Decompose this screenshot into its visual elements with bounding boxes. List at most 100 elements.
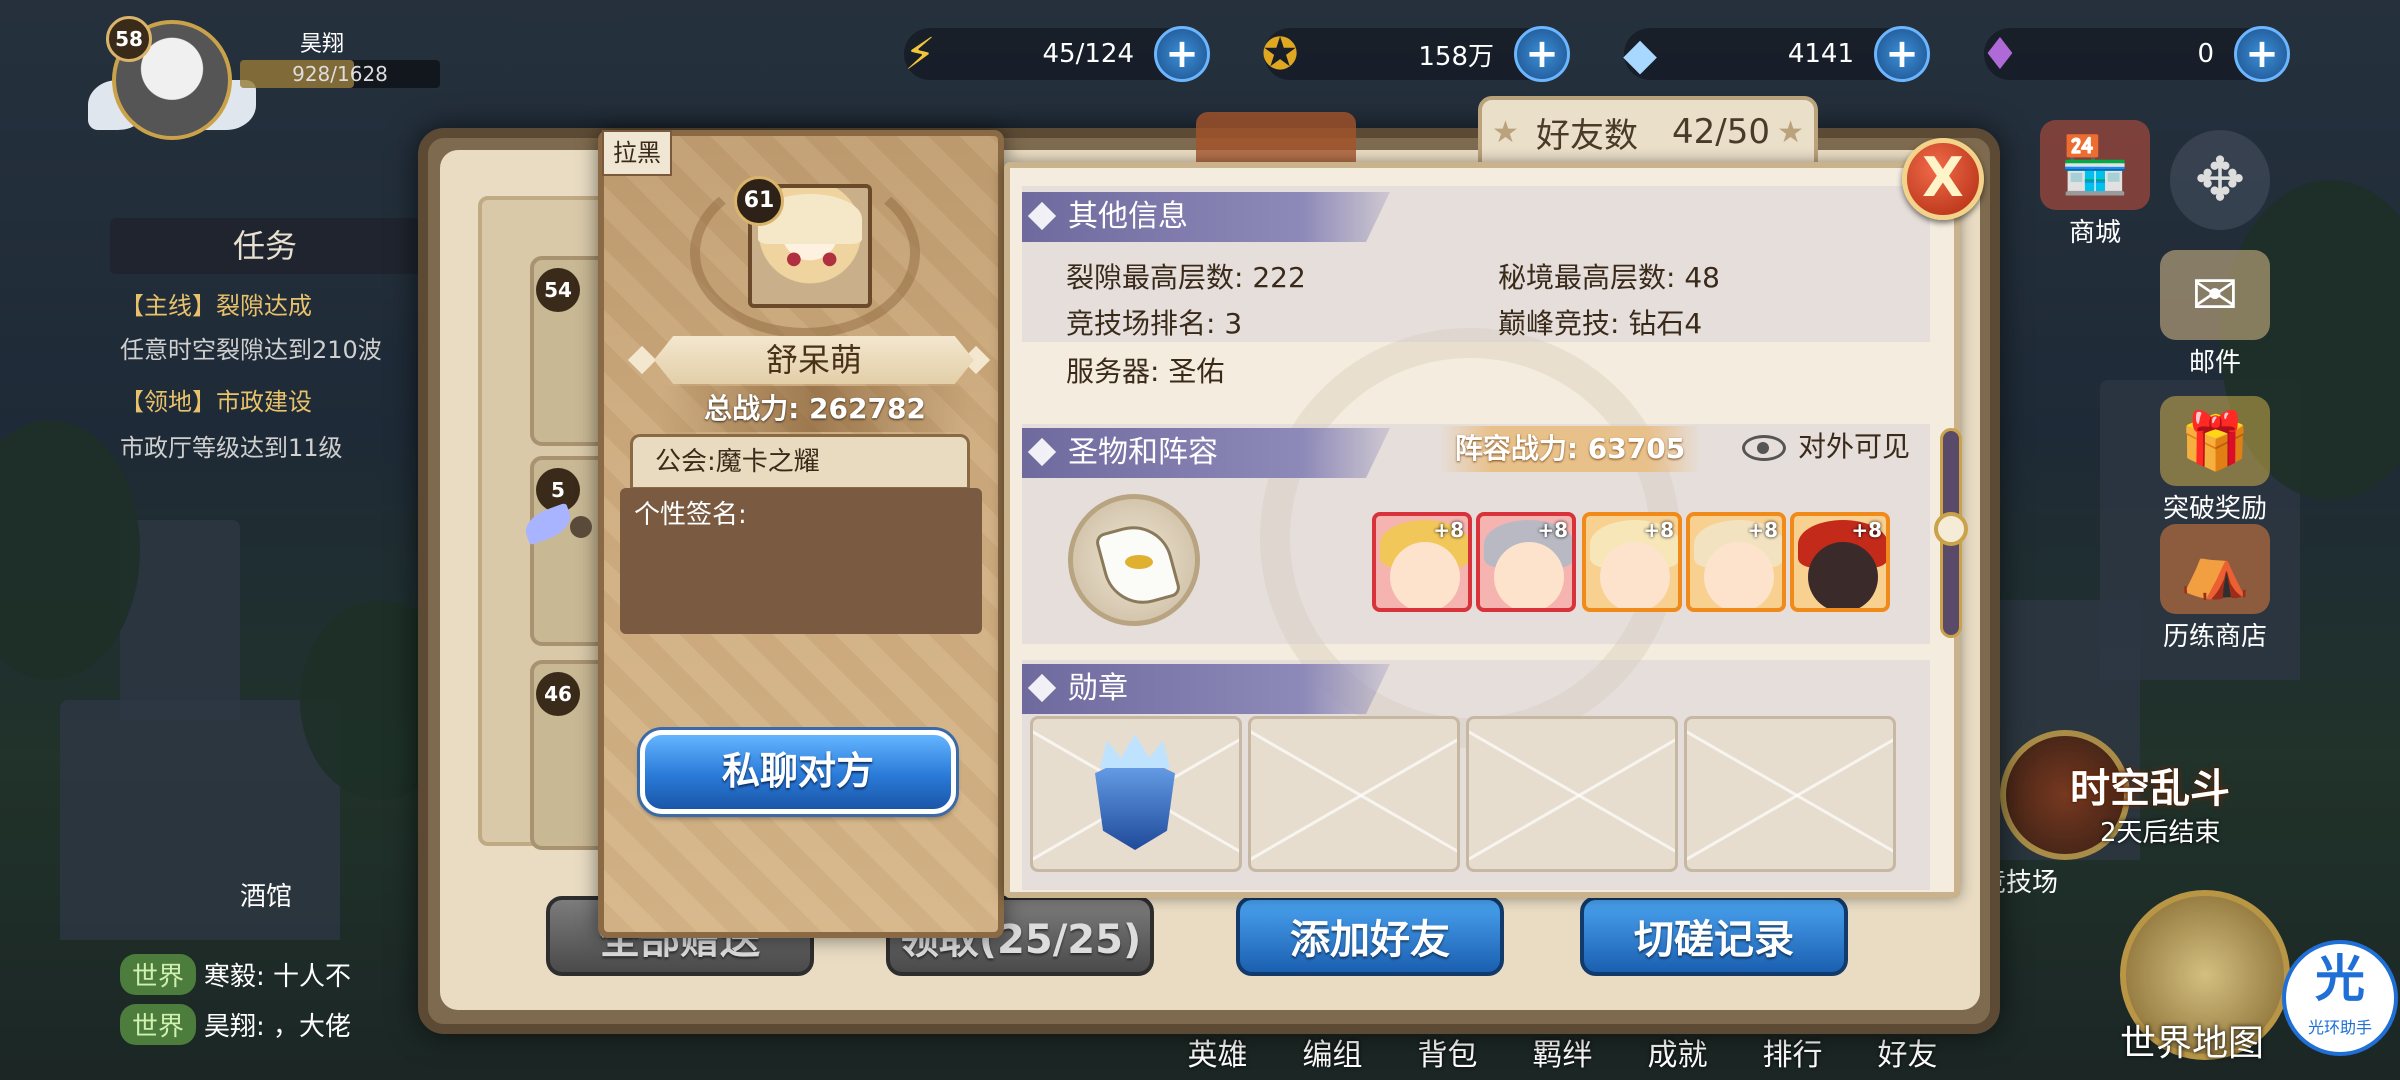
event-title: 时空乱斗 (2070, 766, 2230, 812)
total-power-label: 总战力: (704, 392, 800, 425)
player-exp-text: 928/1628 (292, 62, 388, 86)
task-panel-title[interactable]: 任务 (110, 218, 420, 274)
profile-name: 舒呆萌 (654, 336, 974, 384)
training-shop-button[interactable]: ⛺ 历练商店 (2150, 524, 2280, 653)
nav-achievements[interactable]: 成就 (1620, 1030, 1735, 1080)
hero-plus-level: +8 (1747, 518, 1778, 542)
player-avatar[interactable]: 58 (88, 10, 256, 160)
guild-name[interactable]: 公会:魔卡之耀 (630, 434, 970, 490)
hero-plus-level: +8 (1537, 518, 1568, 542)
event-subtitle: 2天后结束 (2100, 818, 2221, 848)
server-name: 服务器: 圣佑 (1066, 355, 1225, 388)
profile-level-badge: 61 (734, 176, 784, 226)
friend-count-label: 好友数 (1536, 115, 1638, 156)
medal-slot-empty[interactable] (1248, 716, 1460, 872)
territory-quest[interactable]: 【领地】市政建设 (120, 382, 312, 417)
feather-pin-icon (520, 502, 594, 546)
signature-box: 个性签名: (620, 488, 982, 634)
hero-slot[interactable]: +8 (1476, 512, 1576, 612)
main-quest-tag: 【主线】 (120, 292, 216, 320)
diamond-icon: ◆ (1623, 28, 1657, 80)
store-icon: ⛺ (2160, 524, 2270, 614)
chat-message[interactable]: 世界 寒毅: 十人不 (120, 954, 351, 996)
shop-icon: 🏪 (2040, 120, 2150, 210)
time-chaos-event[interactable]: 时空乱斗 2天后结束 (2000, 720, 2300, 880)
visibility-toggle[interactable]: 对外可见 (1742, 424, 1910, 470)
star-icon: ★ (1777, 114, 1804, 150)
main-quest-desc: 任意时空裂隙达到210波 (120, 336, 382, 364)
hero-plus-level: +8 (1851, 518, 1882, 542)
purple-crystal-icon: ♦ (1980, 28, 2020, 80)
diamond-value: 4141 (1787, 39, 1854, 69)
blue-crown-medal-icon[interactable] (1070, 734, 1200, 864)
territory-quest-name: 市政建设 (216, 388, 312, 416)
main-quest[interactable]: 【主线】裂隙达成 (120, 286, 312, 321)
nav-bonds[interactable]: 羁绊 (1505, 1030, 1620, 1080)
nav-friends[interactable]: 好友 (1850, 1030, 1965, 1080)
hero-plus-level: +8 (1643, 518, 1674, 542)
halo-helper-button[interactable]: 光 光环助手 (2282, 940, 2398, 1056)
mail-label: 邮件 (2188, 348, 2241, 378)
secret-realm-max-floor: 秘境最高层数: 48 (1498, 261, 1720, 294)
relic-lineup-header: 圣物和阵容 (1022, 428, 1390, 478)
chat-text: 寒毅: 十人不 (204, 962, 352, 992)
spar-log-button[interactable]: 切磋记录 (1580, 896, 1848, 976)
player-name: 昊翔 (300, 32, 345, 57)
scrollbar-knob[interactable] (1934, 512, 1968, 546)
world-map-button[interactable]: 世界地图 (2100, 880, 2300, 1080)
bottom-nav: 英雄 编组 背包 羁绊 成就 排行 好友 (1160, 1030, 1965, 1080)
add-friend-button[interactable]: 添加好友 (1236, 896, 1504, 976)
add-crystal-button[interactable]: + (2234, 26, 2290, 82)
signature-label: 个性签名: (634, 500, 747, 530)
friend-level: 46 (536, 672, 580, 716)
peak-arena-tier: 巅峰竞技: 钻石4 (1498, 307, 1703, 340)
tavern-label[interactable]: 酒馆 (240, 876, 292, 913)
friend-count-tab: ★ 好友数 42/50 ★ (1478, 96, 1818, 168)
move-arrows-icon[interactable]: ✥ (2170, 130, 2270, 230)
add-diamond-button[interactable]: + (1874, 26, 1930, 82)
friends-tab-inactive[interactable] (1196, 112, 1356, 162)
crystal-counter: ♦ 0 + (1980, 26, 2290, 82)
total-power: 总战力: 262782 (660, 386, 970, 432)
gift-icon: 🎁 (2160, 396, 2270, 486)
world-map-label: 世界地图 (2120, 1023, 2265, 1064)
gold-coin-icon: ✪ (1261, 28, 1299, 80)
chat-message[interactable]: 世界 昊翔: ，大佬 (120, 1004, 351, 1046)
nav-formation[interactable]: 编组 (1275, 1030, 1390, 1080)
halo-helper-label: 光环助手 (2307, 1018, 2372, 1037)
shop-label: 商城 (2068, 218, 2121, 248)
nav-ranking[interactable]: 排行 (1735, 1030, 1850, 1080)
halo-helper-icon: 光 (2315, 950, 2365, 1008)
lineup-power: 阵容战力: 63705 (1440, 426, 1700, 472)
chat-channel: 世界 (120, 954, 197, 995)
blacklist-button[interactable]: 拉黑 (602, 130, 672, 176)
add-gold-button[interactable]: + (1514, 26, 1570, 82)
stamina-value: 45/124 (1042, 39, 1134, 69)
shop-button[interactable]: 🏪 商城 (2030, 120, 2160, 249)
hero-slot[interactable]: +8 (1790, 512, 1890, 612)
crystal-value: 0 (2197, 39, 2214, 69)
mail-icon: ✉ (2160, 250, 2270, 340)
add-stamina-button[interactable]: + (1154, 26, 1210, 82)
hero-plus-level: +8 (1433, 518, 1464, 542)
gold-value: 158万 (1418, 41, 1494, 72)
chat-text: 昊翔: ，大佬 (204, 1012, 352, 1042)
nav-heroes[interactable]: 英雄 (1160, 1030, 1275, 1080)
close-button[interactable]: X (1902, 138, 1984, 220)
medal-slot-empty[interactable] (1684, 716, 1896, 872)
training-shop-label: 历练商店 (2162, 622, 2267, 652)
friend-level: 54 (536, 268, 580, 312)
private-chat-button[interactable]: 私聊对方 (640, 730, 956, 814)
breakthrough-reward-button[interactable]: 🎁 突破奖励 (2150, 396, 2280, 525)
stamina-counter: ⚡ 45/124 + (904, 26, 1210, 82)
mail-button[interactable]: ✉ 邮件 (2150, 250, 2280, 379)
arena-rank: 竞技场排名: 3 (1066, 307, 1243, 340)
hero-slot[interactable]: +8 (1372, 512, 1472, 612)
player-level-badge: 58 (106, 16, 152, 62)
medal-slot-empty[interactable] (1466, 716, 1678, 872)
rift-max-floor: 裂隙最高层数: 222 (1066, 261, 1306, 294)
hero-slot[interactable]: +8 (1582, 512, 1682, 612)
relic-icon[interactable] (1068, 494, 1200, 626)
hero-slot[interactable]: +8 (1686, 512, 1786, 612)
nav-bag[interactable]: 背包 (1390, 1030, 1505, 1080)
